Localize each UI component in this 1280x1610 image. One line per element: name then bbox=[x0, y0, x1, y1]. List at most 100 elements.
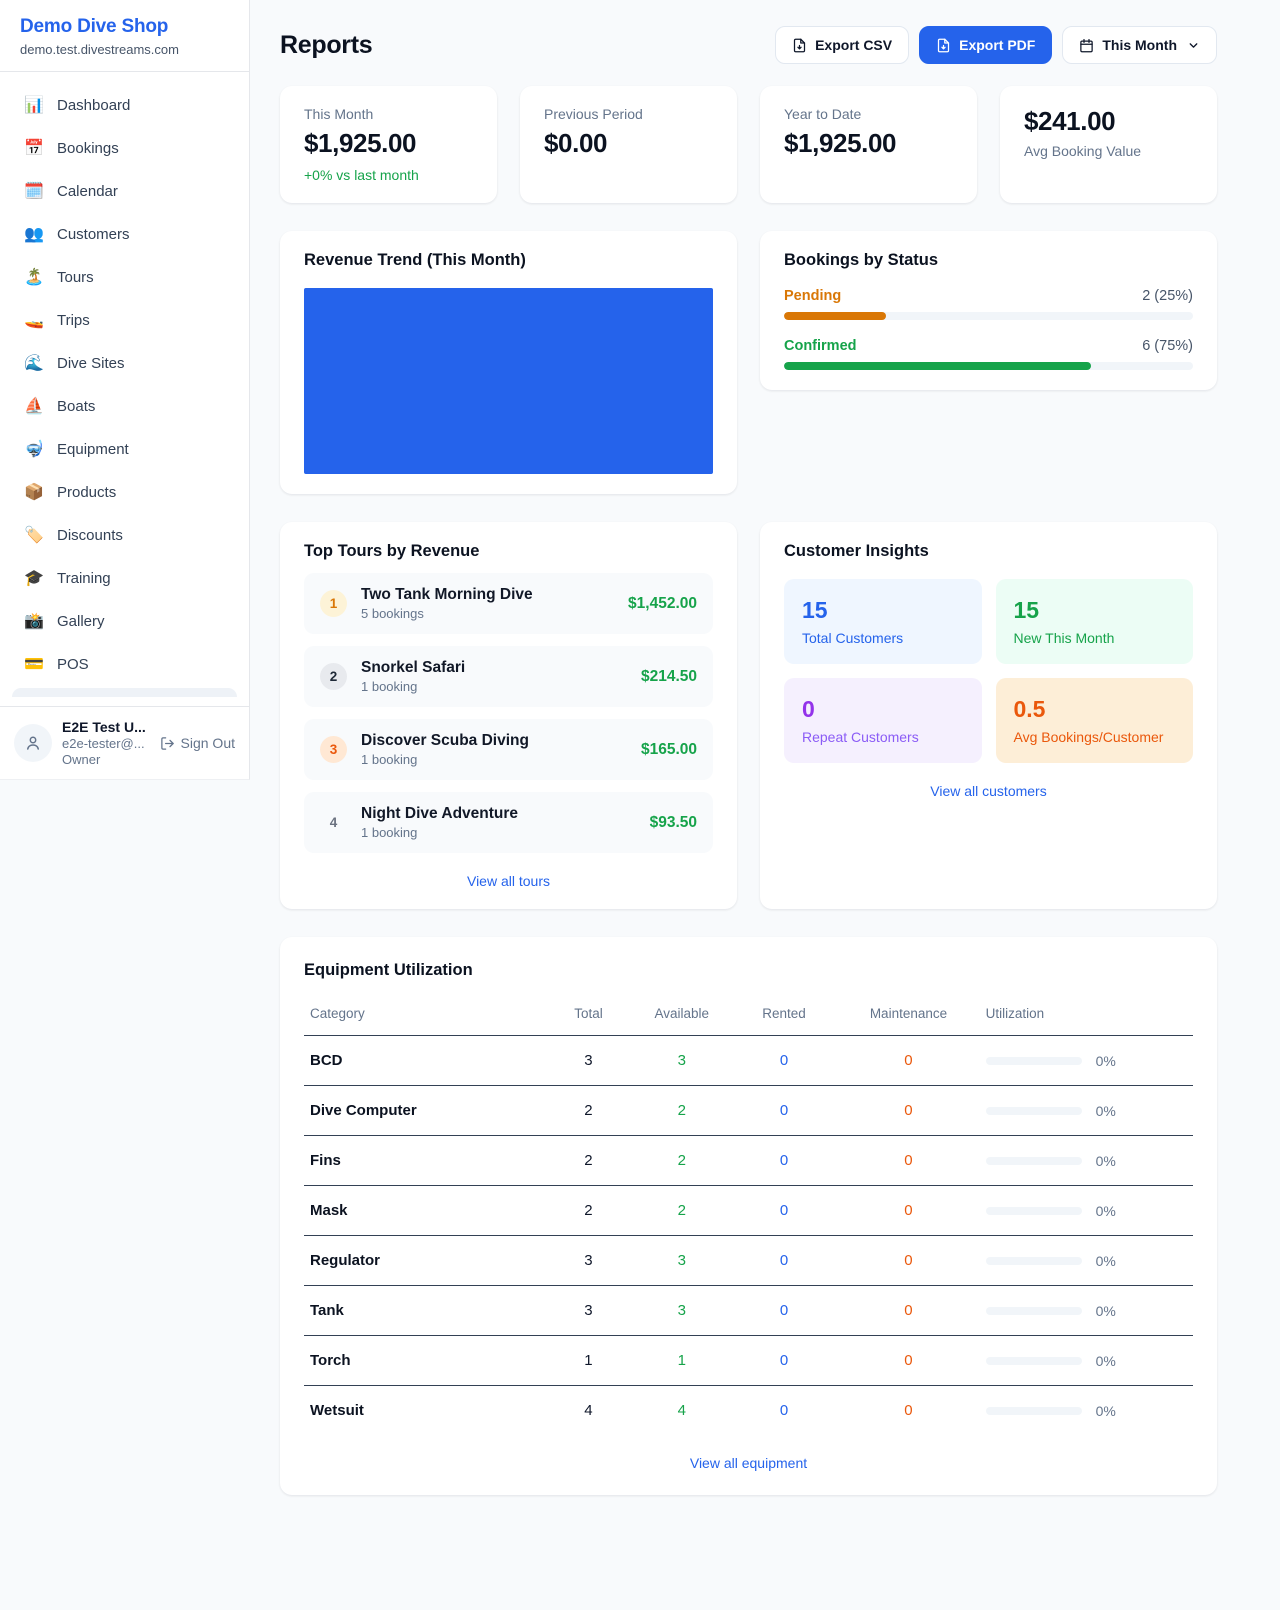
view-all-equipment-link[interactable]: View all equipment bbox=[304, 1455, 1193, 1471]
cell-maintenance: 0 bbox=[837, 1186, 979, 1236]
sidebar-item-gallery[interactable]: 📸Gallery bbox=[12, 602, 237, 640]
tile-total-customers: 15 Total Customers bbox=[784, 579, 982, 664]
card-title: Bookings by Status bbox=[784, 251, 1193, 270]
user-email: e2e-tester@... bbox=[62, 736, 150, 751]
camera-icon: 📸 bbox=[24, 611, 44, 631]
credit-card-icon: 💳 bbox=[24, 654, 44, 674]
sidebar-item-dashboard[interactable]: 📊Dashboard bbox=[12, 86, 237, 124]
tile-label: Avg Bookings/Customer bbox=[1014, 729, 1176, 745]
rank-badge: 3 bbox=[320, 736, 347, 763]
tour-row[interactable]: 3 Discover Scuba Diving1 booking $165.00 bbox=[304, 719, 713, 780]
sidebar-item-training[interactable]: 🎓Training bbox=[12, 559, 237, 597]
top-tours-card: Top Tours by Revenue 1 Two Tank Morning … bbox=[280, 522, 737, 909]
sidebar-item-tours[interactable]: 🏝️Tours bbox=[12, 258, 237, 296]
tour-row[interactable]: 4 Night Dive Adventure1 booking $93.50 bbox=[304, 792, 713, 853]
status-count: 2 (25%) bbox=[1142, 288, 1193, 304]
card-title: Equipment Utilization bbox=[304, 961, 1193, 980]
cell-utilization: 0% bbox=[980, 1036, 1193, 1086]
table-row: Mask 2 2 0 0 0% bbox=[304, 1186, 1193, 1236]
cell-maintenance: 0 bbox=[837, 1036, 979, 1086]
sidebar-header: Demo Dive Shop demo.test.divestreams.com bbox=[0, 0, 249, 72]
column-header-maintenance: Maintenance bbox=[837, 996, 979, 1036]
package-icon: 📦 bbox=[24, 482, 44, 502]
sidebar-item-products[interactable]: 📦 Products bbox=[12, 473, 237, 511]
progress-fill-confirmed bbox=[784, 362, 1091, 370]
tour-name: Snorkel Safari bbox=[361, 659, 627, 677]
status-confirmed: Confirmed 6 (75%) bbox=[784, 338, 1193, 370]
sidebar-item-customers[interactable]: 👥Customers bbox=[12, 215, 237, 253]
sidebar-item-label: Discounts bbox=[57, 527, 123, 544]
cell-available: 1 bbox=[633, 1336, 731, 1386]
stat-card-avg-booking-value: $241.00 Avg Booking Value bbox=[1000, 86, 1217, 203]
view-all-customers-link[interactable]: View all customers bbox=[784, 783, 1193, 799]
sidebar-item-discounts[interactable]: 🏷️Discounts bbox=[12, 516, 237, 554]
utilization-label: 0% bbox=[1096, 1103, 1116, 1119]
stat-label: Avg Booking Value bbox=[1024, 143, 1193, 159]
cell-utilization: 0% bbox=[980, 1336, 1193, 1386]
sidebar-item-pos[interactable]: 💳POS bbox=[12, 645, 237, 683]
progress-fill-pending bbox=[784, 312, 886, 320]
sidebar-item-partial-active[interactable] bbox=[12, 688, 237, 697]
cell-rented: 0 bbox=[731, 1236, 838, 1286]
sidebar-item-label: Products bbox=[57, 484, 116, 501]
app-title[interactable]: Demo Dive Shop bbox=[20, 16, 229, 38]
cell-total: 3 bbox=[544, 1236, 633, 1286]
utilization-track bbox=[986, 1157, 1082, 1165]
user-meta: E2E Test U... e2e-tester@... Owner bbox=[62, 719, 150, 767]
spiral-calendar-icon: 🗓️ bbox=[24, 181, 44, 201]
charts-row: Revenue Trend (This Month) Bookings by S… bbox=[280, 231, 1217, 494]
page-title: Reports bbox=[280, 31, 372, 60]
sidebar-user-footer: E2E Test U... e2e-tester@... Owner Sign … bbox=[0, 706, 249, 779]
tile-label: Repeat Customers bbox=[802, 729, 964, 745]
stat-value: $0.00 bbox=[544, 128, 713, 159]
utilization-label: 0% bbox=[1096, 1303, 1116, 1319]
period-select[interactable]: This Month bbox=[1062, 26, 1217, 64]
cell-maintenance: 0 bbox=[837, 1236, 979, 1286]
tour-name: Discover Scuba Diving bbox=[361, 732, 627, 750]
column-header-category: Category bbox=[304, 996, 544, 1036]
export-csv-button[interactable]: Export CSV bbox=[775, 26, 909, 64]
tour-bookings: 1 booking bbox=[361, 825, 636, 840]
utilization-label: 0% bbox=[1096, 1203, 1116, 1219]
sign-out-label: Sign Out bbox=[181, 735, 235, 751]
cell-category: Tank bbox=[304, 1286, 544, 1336]
status-pending: Pending 2 (25%) bbox=[784, 288, 1193, 320]
export-pdf-button[interactable]: Export PDF bbox=[919, 26, 1052, 64]
user-name: E2E Test U... bbox=[62, 719, 150, 735]
file-download-icon bbox=[936, 38, 951, 53]
stat-card-year-to-date: Year to Date $1,925.00 bbox=[760, 86, 977, 203]
cell-total: 3 bbox=[544, 1286, 633, 1336]
export-csv-label: Export CSV bbox=[815, 37, 892, 53]
sidebar-item-equipment[interactable]: 🤿Equipment bbox=[12, 430, 237, 468]
rank-badge: 1 bbox=[320, 590, 347, 617]
utilization-label: 0% bbox=[1096, 1353, 1116, 1369]
user-role: Owner bbox=[62, 752, 150, 767]
speedboat-icon: 🚤 bbox=[24, 310, 44, 330]
cell-utilization: 0% bbox=[980, 1386, 1193, 1436]
sidebar-item-dive-sites[interactable]: 🌊Dive Sites bbox=[12, 344, 237, 382]
cell-utilization: 0% bbox=[980, 1236, 1193, 1286]
cell-category: Regulator bbox=[304, 1236, 544, 1286]
cell-maintenance: 0 bbox=[837, 1286, 979, 1336]
rank-badge: 4 bbox=[320, 809, 347, 836]
progress-track bbox=[784, 312, 1193, 320]
sidebar-item-bookings[interactable]: 📅Bookings bbox=[12, 129, 237, 167]
tour-row[interactable]: 1 Two Tank Morning Dive5 bookings $1,452… bbox=[304, 573, 713, 634]
status-label: Pending bbox=[784, 288, 841, 304]
tile-label: Total Customers bbox=[802, 630, 964, 646]
tile-value: 0.5 bbox=[1014, 696, 1176, 723]
sidebar-item-label: Tours bbox=[57, 269, 94, 286]
bookings-by-status-card: Bookings by Status Pending 2 (25%) Confi… bbox=[760, 231, 1217, 390]
stat-value: $1,925.00 bbox=[304, 128, 473, 159]
tour-row[interactable]: 2 Snorkel Safari1 booking $214.50 bbox=[304, 646, 713, 707]
table-row: Dive Computer 2 2 0 0 0% bbox=[304, 1086, 1193, 1136]
tour-bookings: 1 booking bbox=[361, 752, 627, 767]
sidebar-item-boats[interactable]: ⛵Boats bbox=[12, 387, 237, 425]
utilization-track bbox=[986, 1207, 1082, 1215]
tile-value: 15 bbox=[802, 597, 964, 624]
sidebar-item-trips[interactable]: 🚤Trips bbox=[12, 301, 237, 339]
sign-out-button[interactable]: Sign Out bbox=[160, 735, 235, 751]
sidebar-item-calendar[interactable]: 🗓️Calendar bbox=[12, 172, 237, 210]
view-all-tours-link[interactable]: View all tours bbox=[304, 873, 713, 889]
cell-rented: 0 bbox=[731, 1086, 838, 1136]
